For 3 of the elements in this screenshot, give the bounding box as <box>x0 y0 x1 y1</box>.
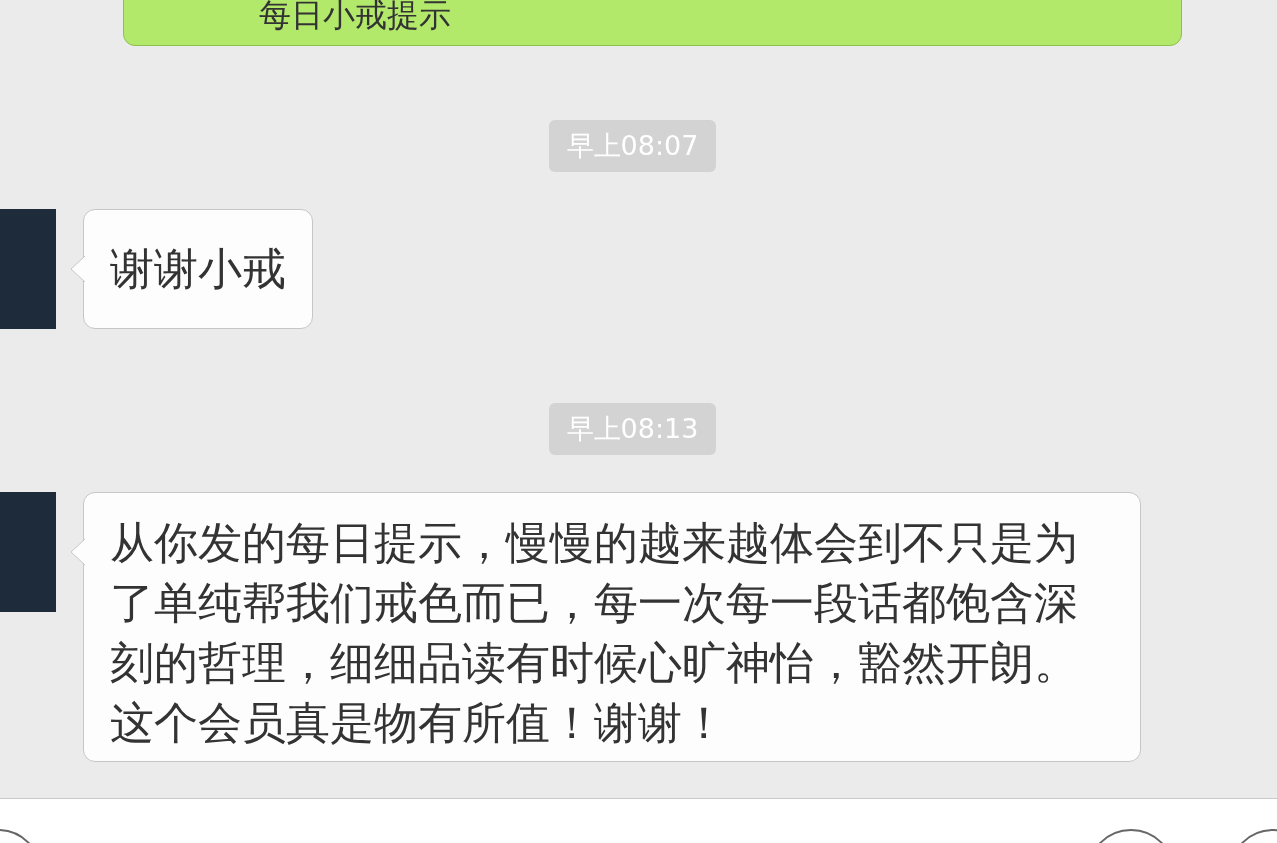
bubble-tail <box>70 256 85 282</box>
message-bubble: 每日小戒提示 <box>123 0 1182 46</box>
bubble-tail <box>70 539 85 565</box>
